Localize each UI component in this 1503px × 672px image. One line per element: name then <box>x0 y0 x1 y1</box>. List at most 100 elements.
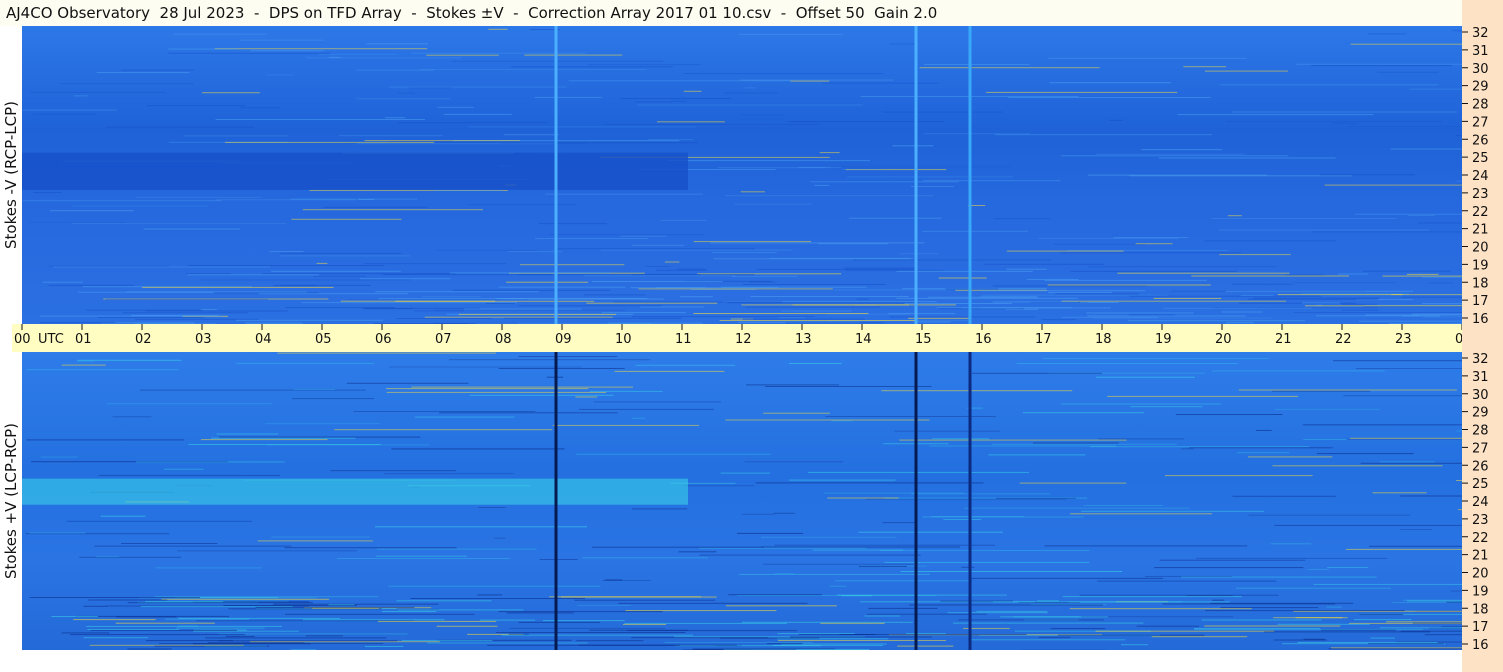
noise-streak <box>1191 275 1349 277</box>
noise-streak <box>98 474 280 476</box>
noise-streak <box>822 82 939 84</box>
freq-tick-label: 19 <box>1472 258 1489 273</box>
freq-tick-label: 16 <box>1472 312 1489 324</box>
noise-streak <box>1350 43 1462 45</box>
noise-streak <box>164 468 204 470</box>
noise-streak <box>679 296 713 298</box>
noise-streak <box>761 546 960 548</box>
noise-streak <box>59 83 194 85</box>
noise-streak <box>382 611 437 612</box>
noise-streak <box>517 274 701 276</box>
noise-streak <box>845 269 944 271</box>
noise-streak <box>375 291 539 293</box>
noise-streak <box>265 74 295 76</box>
noise-streak <box>187 274 319 276</box>
noise-streak <box>249 641 440 643</box>
noise-streak <box>271 270 401 272</box>
noise-streak <box>269 251 304 253</box>
noise-streak <box>1372 492 1427 494</box>
noise-streak <box>827 497 899 499</box>
noise-streak <box>1136 625 1199 627</box>
noise-streak <box>426 54 499 56</box>
noise-streak <box>485 303 515 304</box>
noise-streak <box>620 98 732 99</box>
noise-streak <box>88 599 168 601</box>
noise-streak <box>740 191 765 193</box>
noise-streak <box>889 43 917 45</box>
noise-streak <box>684 485 755 487</box>
noise-streak <box>1044 279 1207 281</box>
noise-streak <box>577 604 631 606</box>
noise-streak <box>1057 634 1205 636</box>
noise-streak <box>683 90 702 92</box>
time-tick-label: 14 <box>855 332 872 347</box>
noise-streak <box>913 321 951 323</box>
time-tick-label: 20 <box>1215 332 1232 347</box>
noise-streak <box>495 632 686 633</box>
bottom-panel-ylabel: Stokes +V (LCP-RCP) <box>0 352 22 650</box>
noise-streak <box>778 640 946 641</box>
noise-streak <box>277 352 496 354</box>
noise-streak <box>414 310 465 312</box>
noise-streak <box>994 218 1051 220</box>
noise-streak <box>744 461 844 463</box>
noise-streak <box>1253 297 1380 299</box>
noise-streak <box>77 360 94 362</box>
noise-streak <box>503 134 559 136</box>
noise-streak <box>79 556 182 558</box>
noise-streak <box>135 318 259 320</box>
noise-streak <box>947 612 1048 614</box>
noise-streak <box>1350 437 1462 439</box>
noise-streak <box>1153 297 1222 299</box>
freq-tick-label: 22 <box>1472 205 1489 220</box>
noise-streak <box>384 473 514 475</box>
noise-streak <box>600 249 793 251</box>
noise-streak <box>1181 576 1377 578</box>
noise-streak <box>127 602 313 604</box>
time-tick-label: 00 <box>14 332 31 347</box>
noise-streak <box>1177 114 1374 116</box>
noise-streak <box>1417 222 1462 224</box>
noise-streak <box>30 91 165 93</box>
noise-streak <box>766 643 803 645</box>
noise-streak <box>742 284 886 285</box>
noise-streak <box>1006 268 1047 270</box>
noise-streak <box>1247 456 1333 458</box>
noise-streak <box>168 48 238 50</box>
bottom-frequency-axis-svg: 32 31 30 29 28 27 26 25 24 23 22 21 20 19 18 17 16 <box>1462 352 1489 653</box>
noise-streak <box>1359 614 1404 615</box>
noise-streak <box>1386 621 1462 623</box>
noise-streak <box>51 616 98 617</box>
noise-streak <box>579 408 714 410</box>
noise-streak <box>624 622 787 624</box>
noise-streak <box>386 391 607 393</box>
noise-streak <box>829 585 847 587</box>
noise-streak <box>506 281 589 283</box>
noise-streak <box>773 512 795 514</box>
noise-streak <box>1313 583 1462 585</box>
noise-streak <box>848 217 942 219</box>
noise-streak <box>889 316 1036 318</box>
noise-streak <box>225 141 435 143</box>
noise-streak <box>1363 270 1451 272</box>
noise-streak <box>1302 424 1462 426</box>
noise-streak <box>719 320 916 321</box>
noise-streak <box>534 96 603 98</box>
noise-streak <box>1272 390 1371 392</box>
noise-streak <box>494 537 506 539</box>
noise-streak <box>814 184 830 186</box>
noise-streak <box>717 167 826 169</box>
noise-streak <box>1096 376 1195 378</box>
noise-streak <box>1307 569 1330 570</box>
noise-streak <box>924 64 1030 65</box>
noise-streak <box>262 273 456 275</box>
time-tick-label: 21 <box>1275 332 1292 347</box>
noise-streak <box>280 252 402 254</box>
noise-streak <box>218 640 397 642</box>
noise-streak <box>1070 270 1237 272</box>
noise-streak <box>284 547 457 549</box>
noise-streak <box>734 203 812 205</box>
noise-streak <box>22 200 222 202</box>
bottom-panel-ylabel-text: Stokes +V (LCP-RCP) <box>2 423 20 579</box>
noise-streak <box>267 444 429 446</box>
